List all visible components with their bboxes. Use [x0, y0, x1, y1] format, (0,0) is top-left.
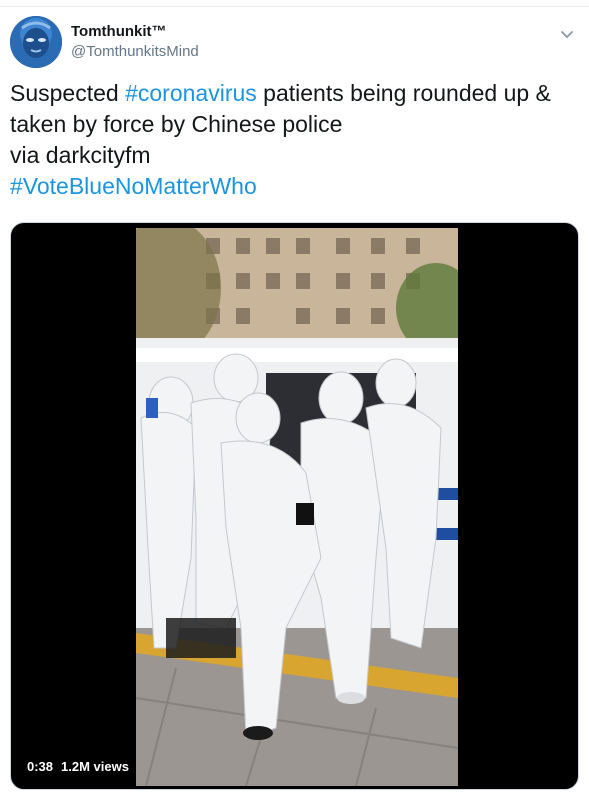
- text-segment: Suspected: [10, 80, 126, 106]
- avatar-face-icon: [10, 16, 62, 68]
- video-frame[interactable]: [136, 228, 458, 786]
- video-player[interactable]: 0:38 1.2M views: [10, 222, 579, 790]
- video-view-count: 1.2M views: [61, 759, 129, 774]
- chevron-down-icon[interactable]: [555, 22, 579, 46]
- video-thumbnail-image: [136, 228, 458, 786]
- tweet-text-line-1: Suspected #coronavirus patients being ro…: [10, 78, 570, 109]
- hashtag-votebluenomatterwho[interactable]: #VoteBlueNoMatterWho: [10, 173, 257, 199]
- tweet-text: Suspected #coronavirus patients being ro…: [10, 78, 570, 202]
- video-duration: 0:38: [27, 759, 54, 774]
- avatar[interactable]: [10, 16, 62, 68]
- user-handle[interactable]: @TomthunkitsMind: [71, 42, 199, 62]
- tweet-text-line-3: via darkcityfm: [10, 142, 151, 168]
- video-info-badge: 0:38 1.2M views: [21, 755, 135, 779]
- top-divider: [0, 0, 589, 7]
- author-names: Tomthunkit™ @TomthunkitsMind: [71, 22, 199, 62]
- display-name[interactable]: Tomthunkit™: [71, 22, 199, 42]
- tweet-header: Tomthunkit™ @TomthunkitsMind: [10, 16, 579, 70]
- hashtag-coronavirus[interactable]: #coronavirus: [125, 80, 257, 106]
- tweet-text-line-2: taken by force by Chinese police: [10, 111, 343, 137]
- tweet-text-line-4: #VoteBlueNoMatterWho: [10, 171, 570, 202]
- text-segment: patients being rounded up &: [256, 80, 551, 106]
